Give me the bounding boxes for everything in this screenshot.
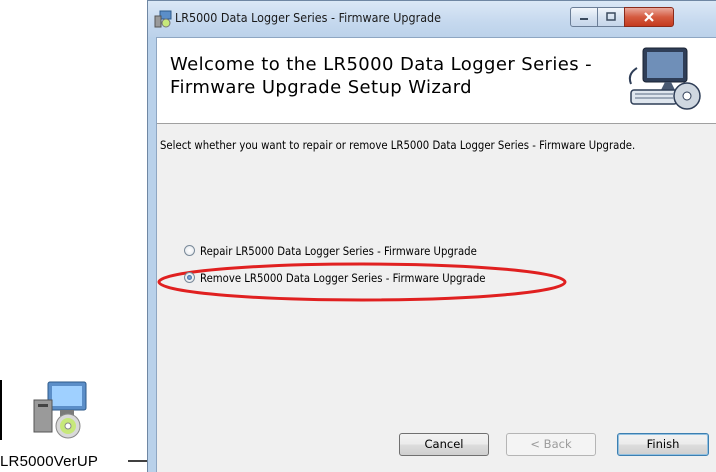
repair-option-label: Repair LR5000 Data Logger Series - Firmw… (200, 244, 477, 258)
back-button[interactable]: < Back (506, 433, 596, 456)
installer-package-icon (33, 381, 87, 439)
close-button[interactable] (624, 7, 674, 27)
radio-selected-dot (187, 275, 192, 280)
window-title: LR5000 Data Logger Series - Firmware Upg… (175, 11, 441, 25)
finish-button[interactable]: Finish (617, 433, 709, 456)
remove-radio[interactable] (184, 272, 195, 283)
desktop-icon-label: LR5000VerUP (0, 453, 99, 470)
minimize-button[interactable] (570, 7, 598, 27)
wizard-banner: Welcome to the LR5000 Data Logger Series… (157, 38, 716, 124)
installer-icon (154, 10, 172, 28)
computer-with-disc-icon (628, 47, 701, 110)
maximize-button[interactable] (597, 7, 625, 27)
instruction-text: Select whether you want to repair or rem… (160, 138, 636, 152)
remove-option-label: Remove LR5000 Data Logger Series - Firmw… (200, 271, 486, 285)
repair-radio[interactable] (184, 245, 195, 256)
setup-wizard-window: LR5000 Data Logger Series - Firmware Upg… (147, 0, 716, 472)
title-bar[interactable]: LR5000 Data Logger Series - Firmware Upg… (148, 1, 716, 37)
desktop-installer-shortcut[interactable]: LR5000VerUP (0, 372, 155, 472)
minimize-icon (580, 18, 588, 20)
cancel-button[interactable]: Cancel (399, 433, 489, 456)
wizard-heading: Welcome to the LR5000 Data Logger Series… (170, 54, 593, 98)
desktop-edge-divider (0, 380, 2, 440)
close-icon (644, 12, 654, 22)
maximize-icon (606, 12, 616, 21)
wizard-body: Welcome to the LR5000 Data Logger Series… (156, 37, 716, 472)
